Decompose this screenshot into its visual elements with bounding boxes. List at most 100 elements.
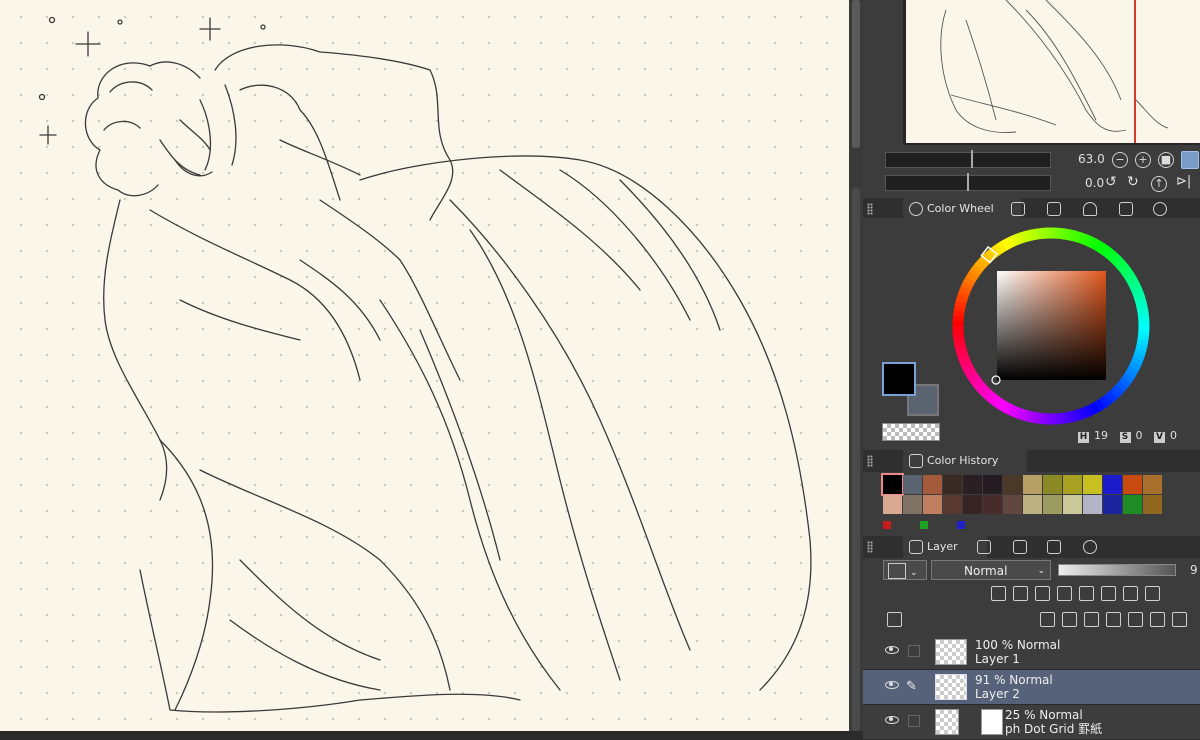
history-color-swatch[interactable] (1063, 475, 1082, 494)
navigator-thumbnail (906, 0, 1200, 143)
mask-enable-icon[interactable] (1101, 586, 1116, 601)
blend-mode-dropdown[interactable]: Normal⌄ (931, 560, 1051, 580)
layer-color-icon[interactable] (1145, 586, 1160, 601)
combine-layers-icon[interactable] (1128, 612, 1143, 627)
zoom-slider[interactable] (885, 152, 1051, 168)
history-color-swatch[interactable] (1043, 495, 1062, 514)
visibility-eye-icon[interactable] (885, 646, 899, 654)
history-color-swatch[interactable] (903, 495, 922, 514)
zoom-slider-knob[interactable] (971, 150, 973, 168)
rotate-slider-knob[interactable] (967, 173, 969, 191)
layer-property-icon[interactable] (977, 540, 991, 554)
panel-grip-icon[interactable] (867, 203, 873, 215)
auto-actions-icon[interactable] (1083, 540, 1097, 554)
history-color-swatch[interactable] (963, 475, 982, 494)
lock-icon[interactable] (1057, 586, 1072, 601)
color-set-icon[interactable] (1047, 202, 1061, 216)
color-history-panel (863, 472, 1200, 534)
visibility-eye-icon[interactable] (885, 681, 899, 689)
layer-row[interactable]: 100 % NormalLayer 1 (863, 635, 1200, 670)
zoom-in-icon[interactable]: + (1135, 152, 1151, 168)
reset-rotation-icon[interactable]: ↑ (1151, 176, 1167, 192)
navigator-preview[interactable] (906, 0, 1200, 143)
history-color-swatch[interactable] (1083, 475, 1102, 494)
intermediate-color-icon[interactable] (1083, 202, 1097, 216)
history-color-swatch[interactable] (923, 495, 942, 514)
layer-row[interactable]: 25 % Normalph Dot Grid 罫紙 (863, 705, 1200, 740)
history-color-swatch[interactable] (1063, 495, 1082, 514)
main-color-swatch[interactable] (882, 362, 916, 396)
history-color-swatch[interactable] (1003, 475, 1022, 494)
delete-layer-icon[interactable] (1172, 612, 1187, 627)
history-mini-swatch[interactable] (883, 521, 891, 529)
ruler-icon[interactable] (1123, 586, 1138, 601)
scrollbar-track (852, 188, 860, 731)
fit-view-icon[interactable]: ■ (1158, 152, 1174, 168)
canvas-scrollbar[interactable] (849, 0, 863, 731)
zoom-out-icon[interactable]: − (1112, 152, 1128, 168)
history-color-swatch[interactable] (1003, 495, 1022, 514)
history-color-swatch[interactable] (923, 475, 942, 494)
hue-ring-segment (1060, 418, 1066, 419)
layer-row-selected[interactable]: ✎ 91 % NormalLayer 2 (863, 670, 1200, 705)
history-color-swatch[interactable] (1023, 495, 1042, 514)
navigator-panel[interactable] (903, 0, 1200, 145)
flip-horizontal-icon[interactable]: ⊳| (1176, 174, 1191, 189)
history-color-swatch[interactable] (943, 475, 962, 494)
history-color-swatch[interactable] (1123, 495, 1142, 514)
new-raster-layer-icon[interactable] (1040, 612, 1055, 627)
clip-layer-icon[interactable] (991, 586, 1006, 601)
drawing-canvas[interactable] (0, 0, 849, 731)
scrollbar-thumb[interactable] (852, 0, 860, 148)
layer-opacity-slider[interactable] (1058, 564, 1176, 576)
navigator-toggle-icon[interactable] (1181, 151, 1199, 169)
history-color-swatch[interactable] (1103, 475, 1122, 494)
history-color-swatch[interactable] (943, 495, 962, 514)
history-color-swatch[interactable] (963, 495, 982, 514)
history-color-swatch[interactable] (903, 475, 922, 494)
color-wheel-panel: H19 S0 V0 (863, 218, 1200, 450)
draft-layer-icon[interactable] (1035, 586, 1050, 601)
transparent-color-swatch[interactable] (882, 423, 940, 441)
lock-alpha-icon[interactable] (1079, 586, 1094, 601)
history-color-swatch[interactable] (883, 495, 902, 514)
history-color-swatch[interactable] (983, 475, 1002, 494)
history-mini-swatch[interactable] (957, 521, 965, 529)
transfer-down-icon[interactable] (1106, 612, 1121, 627)
tab-layer[interactable]: Layer (903, 536, 987, 558)
layer-search-icon[interactable] (1013, 540, 1027, 554)
hue-ring-segment (1132, 280, 1135, 285)
history-color-swatch[interactable] (1143, 495, 1162, 514)
history-icon[interactable] (1047, 540, 1061, 554)
approximate-color-icon[interactable] (1119, 202, 1133, 216)
reference-layer-icon[interactable] (1013, 586, 1028, 601)
history-color-swatch[interactable] (1083, 495, 1102, 514)
history-mini-swatch[interactable] (920, 521, 928, 529)
layer-lock-toggle[interactable] (908, 645, 920, 657)
tab-color-wheel[interactable]: Color Wheel (903, 198, 1021, 220)
history-color-swatch[interactable] (1103, 495, 1122, 514)
color-slider-icon[interactable] (1011, 202, 1025, 216)
visibility-eye-icon[interactable] (885, 716, 899, 724)
history-color-swatch[interactable] (1023, 475, 1042, 494)
history-color-swatch[interactable] (1043, 475, 1062, 494)
history-color-swatch[interactable] (1143, 475, 1162, 494)
info-icon[interactable] (1153, 202, 1167, 216)
history-color-swatch[interactable] (1123, 475, 1142, 494)
history-color-swatch[interactable] (883, 475, 902, 494)
hue-ring-segment (1084, 411, 1089, 413)
new-vector-layer-icon[interactable] (1062, 612, 1077, 627)
rotate-right-icon[interactable]: ↻ (1127, 174, 1139, 190)
layer-lock-toggle[interactable] (908, 715, 920, 727)
new-folder-icon[interactable] (1084, 612, 1099, 627)
tab-color-history[interactable]: Color History (903, 450, 1027, 472)
layer-mask-icon[interactable] (1150, 612, 1165, 627)
layer-menu-icon[interactable] (887, 612, 902, 627)
rotate-left-icon[interactable]: ↺ (1105, 174, 1117, 190)
hue-ring-segment (1075, 236, 1080, 238)
layer-color-dropdown[interactable]: ⌄ (883, 560, 927, 580)
history-color-swatch[interactable] (983, 495, 1002, 514)
panel-grip-icon[interactable] (867, 455, 873, 467)
panel-grip-icon[interactable] (867, 541, 873, 553)
s-value: 0 (1136, 429, 1143, 442)
